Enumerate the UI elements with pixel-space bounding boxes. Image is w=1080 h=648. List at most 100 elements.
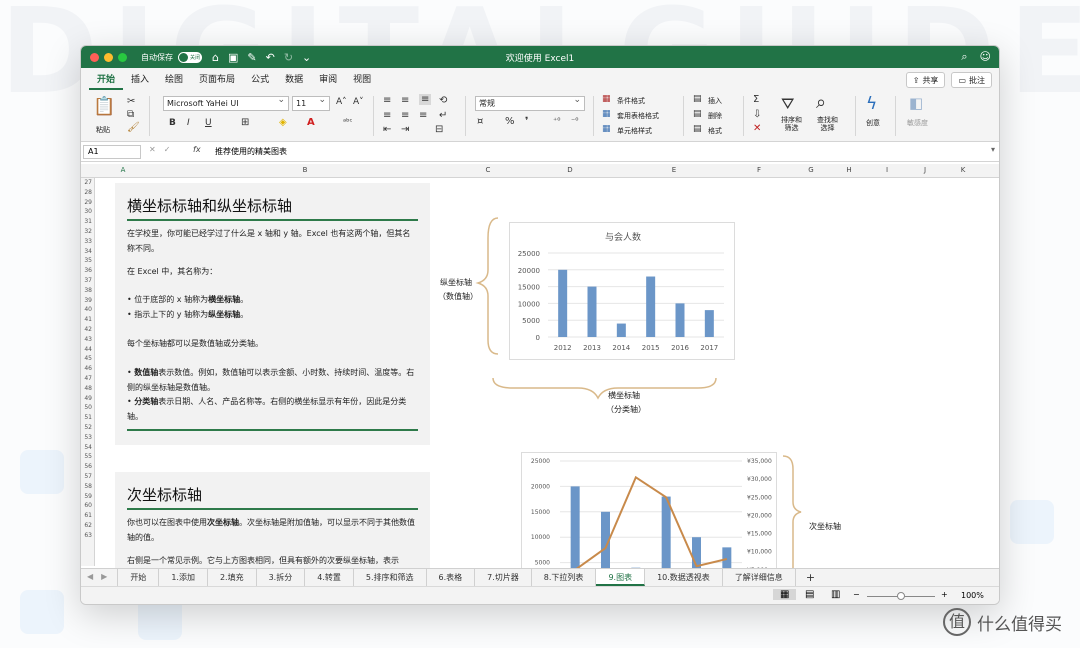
borders-icon[interactable]: ⊞: [241, 117, 249, 128]
row-header[interactable]: 54: [81, 443, 94, 453]
increase-indent-icon[interactable]: ⇥: [401, 124, 409, 135]
sheet-tab[interactable]: 了解详细信息: [723, 569, 796, 586]
italic-button[interactable]: I: [187, 118, 190, 128]
minimize-window-button[interactable]: [104, 52, 113, 62]
tab-formulas[interactable]: 公式: [243, 72, 277, 90]
row-header[interactable]: 39: [81, 296, 94, 306]
column-header[interactable]: F: [757, 166, 761, 174]
row-header[interactable]: 56: [81, 462, 94, 472]
row-header[interactable]: 33: [81, 237, 94, 247]
zoom-slider-handle[interactable]: [897, 592, 905, 600]
name-box[interactable]: A1: [83, 145, 141, 159]
column-header[interactable]: C: [486, 166, 491, 174]
format-as-table-button[interactable]: 套用表格格式: [617, 111, 659, 121]
bold-button[interactable]: B: [169, 118, 176, 128]
delete-cells-button[interactable]: 删除: [708, 111, 722, 121]
row-header[interactable]: 46: [81, 364, 94, 374]
secondary-axis-combo-chart[interactable]: 0500010000150002000025000¥5,000¥10,000¥1…: [521, 452, 777, 568]
increase-decimal-icon[interactable]: ⁺⁰: [553, 116, 560, 125]
column-header[interactable]: E: [672, 166, 676, 174]
sort-filter-button[interactable]: 排序和 筛选: [781, 116, 802, 132]
zoom-in-icon[interactable]: +: [941, 590, 948, 599]
autosum-icon[interactable]: Σ: [753, 94, 759, 105]
number-format-select[interactable]: 常规: [475, 94, 585, 111]
row-header[interactable]: 37: [81, 276, 94, 286]
cut-icon[interactable]: ✂: [127, 96, 135, 107]
fill-icon[interactable]: ⇩: [753, 109, 761, 120]
fill-color-icon[interactable]: ◈: [279, 117, 287, 128]
font-size-select[interactable]: 11: [292, 94, 330, 111]
orientation-icon[interactable]: ⟲: [439, 95, 447, 106]
row-header[interactable]: 29: [81, 198, 94, 208]
tab-home[interactable]: 开始: [89, 72, 124, 90]
accounting-format-icon[interactable]: ¤: [477, 116, 483, 127]
column-header[interactable]: B: [303, 166, 308, 174]
sheet-tab[interactable]: 5.排序和筛选: [354, 569, 427, 586]
wrap-text-icon[interactable]: ↵: [439, 110, 447, 121]
customize-toolbar-icon[interactable]: ⌄: [302, 51, 311, 64]
row-header[interactable]: 35: [81, 256, 94, 266]
align-left-icon[interactable]: ≡: [383, 110, 391, 121]
sheet-tab[interactable]: 3.拆分: [257, 569, 306, 586]
find-select-icon[interactable]: ⌕: [816, 92, 826, 113]
format-cells-button[interactable]: 格式: [708, 126, 722, 136]
formula-input[interactable]: 推荐使用的精美图表: [215, 146, 287, 157]
row-header[interactable]: 40: [81, 305, 94, 315]
align-right-icon[interactable]: ≡: [419, 110, 427, 121]
page-break-view-icon[interactable]: ▥: [831, 589, 840, 600]
row-header[interactable]: 38: [81, 286, 94, 296]
row-header[interactable]: 57: [81, 472, 94, 482]
row-header[interactable]: 28: [81, 188, 94, 198]
row-header[interactable]: 50: [81, 403, 94, 413]
row-header[interactable]: 32: [81, 227, 94, 237]
column-header[interactable]: H: [846, 166, 851, 174]
merge-center-icon[interactable]: ⊟: [435, 124, 443, 135]
row-header[interactable]: 60: [81, 501, 94, 511]
insert-cells-button[interactable]: 插入: [708, 96, 722, 106]
expand-formula-icon[interactable]: ▾: [991, 145, 995, 154]
sheet-tab[interactable]: 7.切片器: [475, 569, 532, 586]
align-bottom-icon[interactable]: ≡: [419, 94, 432, 105]
row-header[interactable]: 41: [81, 315, 94, 325]
cell-styles-button[interactable]: 单元格样式: [617, 126, 652, 136]
row-header[interactable]: 36: [81, 266, 94, 276]
phonetic-icon[interactable]: ᵃᵇᶜ: [343, 117, 353, 126]
find-select-button[interactable]: 查找和 选择: [817, 116, 838, 132]
underline-button[interactable]: U: [205, 118, 212, 128]
font-color-icon[interactable]: A: [307, 117, 315, 128]
sheet-tab[interactable]: 1.添加: [159, 569, 208, 586]
row-header[interactable]: 30: [81, 207, 94, 217]
tab-review[interactable]: 审阅: [311, 72, 345, 90]
sensitivity-button[interactable]: 敏感度: [907, 118, 928, 128]
zoom-level[interactable]: 100%: [961, 591, 984, 600]
row-header[interactable]: 27: [81, 178, 94, 188]
row-header[interactable]: 42: [81, 325, 94, 335]
decrease-indent-icon[interactable]: ⇤: [383, 124, 391, 135]
column-header[interactable]: G: [808, 166, 813, 174]
tab-insert[interactable]: 插入: [123, 72, 157, 90]
paste-icon[interactable]: 📋: [93, 96, 115, 117]
sheet-tab[interactable]: 10.数据透视表: [645, 569, 723, 586]
autosave-toggle[interactable]: 关闭: [178, 51, 202, 63]
column-header[interactable]: J: [924, 166, 926, 174]
format-painter-icon[interactable]: 🖌: [127, 122, 140, 133]
sort-filter-icon[interactable]: ⛛: [781, 94, 794, 114]
row-header[interactable]: 51: [81, 413, 94, 423]
redo-icon[interactable]: ↻: [284, 51, 293, 64]
comments-button[interactable]: ▭ 批注: [951, 72, 992, 88]
maximize-window-button[interactable]: [118, 52, 127, 62]
row-header[interactable]: 61: [81, 511, 94, 521]
row-header[interactable]: 48: [81, 384, 94, 394]
tab-draw[interactable]: 绘图: [157, 72, 191, 90]
increase-font-icon[interactable]: A˄: [336, 97, 347, 107]
save-icon[interactable]: ▣: [228, 51, 238, 64]
sheet-tab[interactable]: 4.转置: [305, 569, 354, 586]
search-icon[interactable]: ⌕: [961, 50, 967, 64]
row-header[interactable]: 52: [81, 423, 94, 433]
normal-view-icon[interactable]: ▦: [773, 589, 797, 600]
row-header[interactable]: 44: [81, 345, 94, 355]
add-sheet-button[interactable]: +: [796, 569, 825, 586]
row-header[interactable]: 47: [81, 374, 94, 384]
column-header[interactable]: D: [567, 166, 572, 174]
row-header[interactable]: 59: [81, 492, 94, 502]
